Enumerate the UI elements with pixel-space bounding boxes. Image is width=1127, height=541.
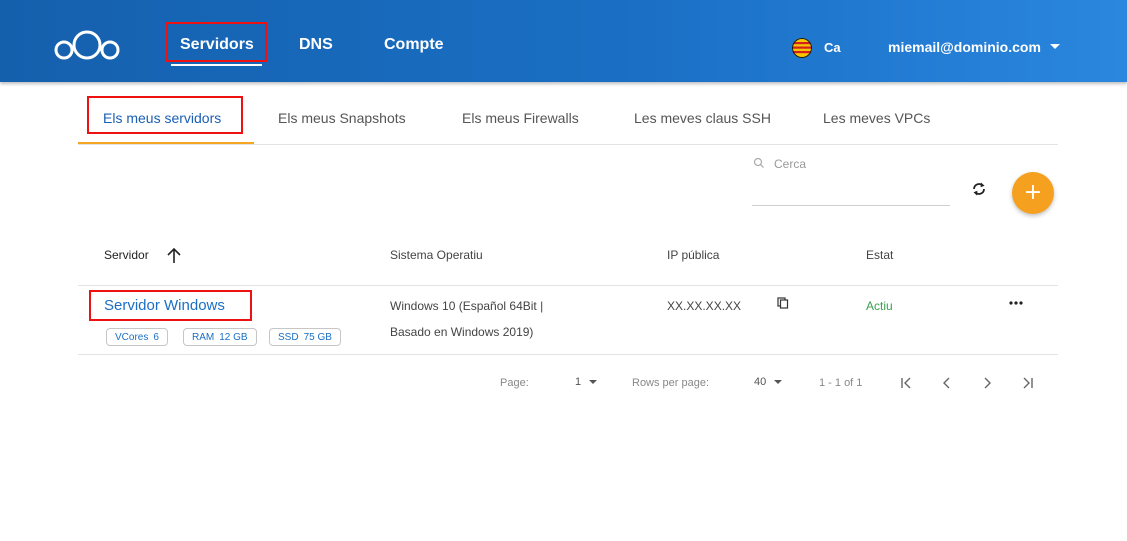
first-page-icon[interactable] [900,376,914,390]
nav-compte[interactable]: Compte [384,36,444,54]
next-page-icon[interactable] [980,376,994,390]
top-header: Servidors DNS Compte Ca miemail@dominio.… [0,0,1127,82]
chevron-down-icon [589,380,598,385]
row-divider [78,354,1058,355]
spec-chip-vcores: VCores 6 [106,328,168,346]
tab-els-meus-firewalls[interactable]: Els meus Firewalls [462,110,579,126]
flag-icon[interactable] [792,38,812,58]
rows-per-page-select[interactable]: 40 [754,376,783,388]
public-ip: XX.XX.XX.XX [667,299,742,313]
rows-per-page-label: Rows per page: [632,377,710,389]
column-header-sistema-operatiu[interactable]: Sistema Operatiu [390,248,483,262]
highlight-nav-servidors [166,22,267,62]
status-badge: Actiu [866,299,893,313]
column-header-estat[interactable]: Estat [866,248,893,262]
os-line-1: Windows 10 (Español 64Bit | [390,299,544,313]
language-selector[interactable]: Ca [824,40,841,55]
prev-page-icon[interactable] [940,376,954,390]
search-input[interactable] [752,152,950,206]
tabs-divider [78,144,1058,145]
column-header-servidor[interactable]: Servidor [104,248,149,262]
spec-chip-ssd: SSD 75 GB [269,328,341,346]
arrow-up-icon[interactable] [166,246,182,264]
spec-chip-ram: RAM 12 GB [183,328,257,346]
column-header-ip-publica[interactable]: IP pública [667,248,719,262]
highlight-tab-servidors [87,96,243,134]
last-page-icon[interactable] [1020,376,1034,390]
highlight-server-name [89,290,252,321]
page-select[interactable]: 1 [575,376,598,388]
nav-dns[interactable]: DNS [299,36,333,54]
more-icon[interactable] [1007,298,1025,308]
search-icon [753,157,764,168]
nav-active-indicator [171,64,262,66]
add-server-button[interactable]: + [1012,172,1054,214]
tab-les-meves-claus-ssh[interactable]: Les meves claus SSH [634,110,771,126]
copy-icon[interactable] [777,297,789,309]
logo-icon[interactable] [52,27,122,63]
pagination-range: 1 - 1 of 1 [819,377,863,389]
chevron-down-icon [774,380,783,385]
page-label: Page: [500,377,529,389]
header-divider [78,285,1058,286]
user-menu[interactable]: miemail@dominio.com [888,39,1041,55]
chevron-down-icon[interactable] [1050,44,1060,49]
tab-els-meus-snapshots[interactable]: Els meus Snapshots [278,110,406,126]
os-line-2: Basado en Windows 2019) [390,325,534,339]
refresh-icon[interactable] [970,180,988,198]
tab-les-meves-vpcs[interactable]: Les meves VPCs [823,110,930,126]
